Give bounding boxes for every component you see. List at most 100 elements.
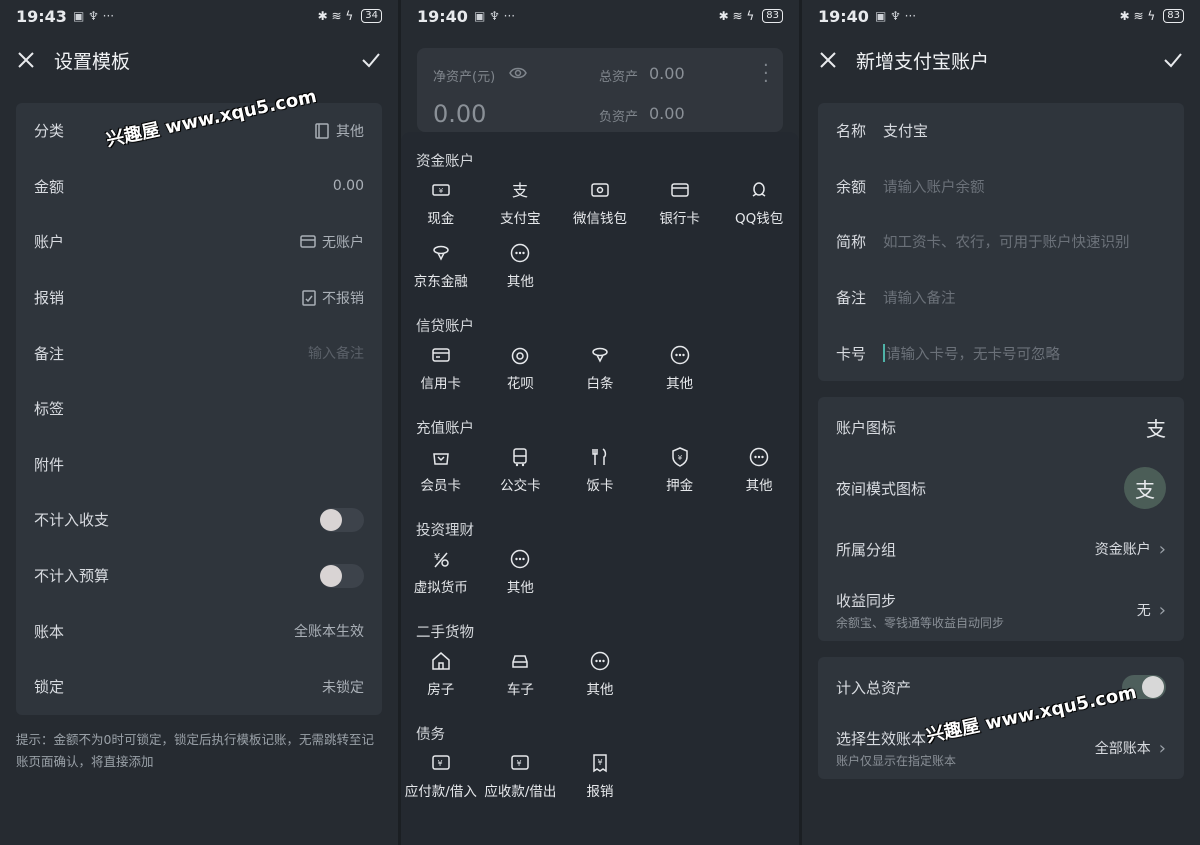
balance-input[interactable]: 请输入账户余额 [883,176,985,197]
attachment-row[interactable]: 附件 [16,437,382,493]
sync-text: 收益同步 余额宝、零钱通等收益自动同步 [836,590,1004,631]
type-reimburse[interactable]: ¥ 报销 [560,744,640,807]
type-huabei[interactable]: 花呗 [481,336,561,399]
qq-penguin-icon [752,181,766,197]
confirm-check-icon[interactable] [1162,49,1184,71]
amount-value: 0.00 [332,178,364,195]
svg-text:¥: ¥ [517,759,522,768]
night-icon-row[interactable]: 夜间模式图标 支 [818,458,1184,519]
type-member-card[interactable]: 会员卡 [401,438,481,501]
svg-text:¥: ¥ [677,454,682,462]
ledger-row[interactable]: 账本 全账本生效 [16,603,382,659]
type-label: 报销 [586,783,614,800]
row-label: 计入总资产 [836,678,912,697]
group-row[interactable]: 所属分组 资金账户 › [818,519,1184,580]
amount-row[interactable]: 金额 0.00 [16,159,382,215]
account-icon-row[interactable]: 账户图标 支 [818,397,1184,458]
type-bus-card[interactable]: 公交卡 [481,438,561,501]
type-alipay[interactable]: 支支付宝 [481,171,561,234]
credit-card-icon [432,347,450,362]
type-wechat-wallet[interactable]: 微信钱包 [560,171,640,234]
more-vert-icon[interactable]: · · · [763,57,769,91]
reimburse-row[interactable]: 报销 不报销 [16,270,382,326]
row-label: 不计入收支 [34,511,110,530]
short-name-row[interactable]: 简称 如工资卡、农行，可用于账户快速识别 [818,214,1184,270]
balance-row[interactable]: 余额 请输入账户余额 [818,159,1184,215]
exclude-budget-row: 不计入预算 [16,548,382,604]
type-other[interactable]: 其他 [481,540,561,603]
name-input[interactable]: 支付宝 [883,120,928,141]
type-cash[interactable]: ¥ 现金 [401,171,481,234]
type-receivable[interactable]: ¥ 应收款/借出 [481,744,561,807]
row-value: 无账户 [322,234,364,251]
row-value: 其他 [336,123,364,140]
type-qq-wallet[interactable]: QQ钱包 [719,171,799,234]
chevron-right-icon: › [1158,538,1166,560]
note-input[interactable]: 请输入备注 [883,287,956,308]
more-icon [749,447,769,466]
battery-icon: 34 [361,9,382,23]
type-jd-finance[interactable]: 京东金融 [401,234,481,297]
short-name-input[interactable]: 如工资卡、农行，可用于账户快速识别 [883,231,1130,252]
receipt-icon [302,289,316,306]
receipt-icon: ¥ [593,753,607,772]
eye-icon[interactable] [509,66,527,80]
wallet-card-icon [300,235,316,248]
confirm-check-icon[interactable] [360,49,382,71]
type-bank-card[interactable]: 银行卡 [640,171,720,234]
section-title: 二手货物 [416,625,474,641]
more-icon [511,243,530,262]
row-label: 不计入预算 [34,567,110,586]
type-label: 应收款/借出 [484,783,557,800]
type-label: 微信钱包 [572,210,627,227]
type-other[interactable]: 其他 [481,234,561,297]
type-house[interactable]: 房子 [401,642,481,705]
total-asset-value: 0.00 [649,64,685,83]
card-number-input[interactable]: 请输入卡号，无卡号可忽略 [886,343,1060,364]
row-label: 标签 [34,400,65,419]
name-row[interactable]: 名称 支付宝 [818,103,1184,159]
ledger-value: 全部账本 [1094,741,1151,758]
tags-row[interactable]: 标签 [16,381,382,437]
type-label: 白条 [586,375,614,392]
type-other[interactable]: 其他 [640,336,720,399]
type-baitiao[interactable]: 白条 [560,336,640,399]
section-title: 资金账户 [416,154,474,170]
note-input[interactable]: 输入备注 [308,343,364,363]
type-credit-card[interactable]: 信用卡 [401,336,481,399]
type-other[interactable]: 其他 [719,438,799,501]
close-icon[interactable] [16,50,36,70]
member-bag-icon [432,452,449,465]
battery-icon: 83 [762,9,783,23]
svg-text:支: 支 [512,181,528,200]
type-other[interactable]: 其他 [560,642,640,705]
type-deposit[interactable]: ¥ 押金 [640,438,720,501]
note-row[interactable]: 备注 输入备注 [16,325,382,381]
note-row[interactable]: 备注 请输入备注 [818,270,1184,326]
type-payable[interactable]: ¥ 应付款/借入 [401,744,481,807]
lock-row[interactable]: 锁定 未锁定 [16,659,382,715]
type-car[interactable]: 车子 [481,642,561,705]
lock-value: 未锁定 [322,679,364,696]
debt-label: 负资产 [599,110,639,125]
exclude-income-row: 不计入收支 [16,492,382,548]
account-row[interactable]: 账户 无账户 [16,214,382,270]
type-label: 现金 [427,210,455,227]
exclude-income-toggle[interactable] [320,507,364,532]
type-meal-card[interactable]: 饭卡 [560,438,640,501]
type-label: 其他 [745,477,773,494]
exclude-budget-toggle[interactable] [320,563,364,588]
template-form-card: 分类 其他 金额 0.00 账户 无账户 报销 不报销 备注 输入备注 标签 附… [16,103,382,715]
car-icon [512,654,529,668]
huabei-icon [512,347,529,364]
net-asset-label: 净资产(元) [433,70,496,85]
close-icon[interactable] [818,50,838,70]
row-label: 备注 [836,289,867,308]
status-right: ✱ ≋ ϟ 83 [719,9,783,23]
sync-row[interactable]: 收益同步 余额宝、零钱通等收益自动同步 无 › [818,580,1184,641]
type-crypto[interactable]: ¥ 虚拟货币 [401,540,481,603]
card-number-row[interactable]: 卡号 请输入卡号，无卡号可忽略 [818,325,1184,381]
type-label: 京东金融 [413,273,468,290]
page-title: 新增支付宝账户 [856,50,990,73]
row-label: 备注 [34,344,65,363]
